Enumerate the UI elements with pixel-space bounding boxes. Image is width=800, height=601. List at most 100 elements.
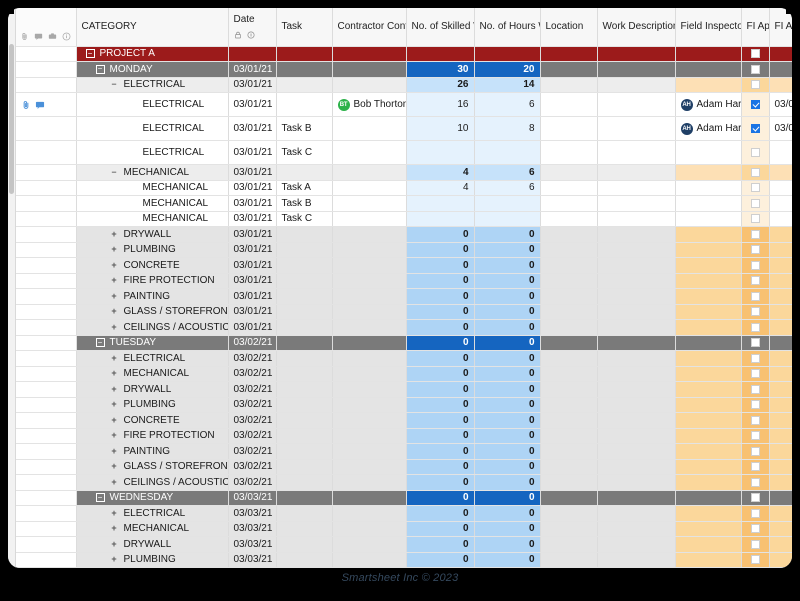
fi-approval-checkbox[interactable] bbox=[751, 385, 760, 394]
cell-location[interactable] bbox=[540, 117, 597, 141]
cell-category[interactable]: +CONCRETE bbox=[76, 258, 228, 274]
fi-approval-checkbox[interactable] bbox=[751, 261, 760, 270]
cell-field-inspector[interactable] bbox=[675, 258, 741, 274]
fi-approval-checkbox[interactable] bbox=[751, 183, 760, 192]
cell-task[interactable]: Task B bbox=[276, 117, 332, 141]
cell-contractor-contact[interactable] bbox=[332, 351, 406, 367]
cell-category[interactable]: +GLASS / STOREFRONT bbox=[76, 304, 228, 320]
cell-contractor-contact[interactable] bbox=[332, 117, 406, 141]
cell-task[interactable] bbox=[276, 475, 332, 491]
fi-approval-checkbox[interactable] bbox=[751, 292, 760, 301]
fi-approval-checkbox[interactable] bbox=[751, 80, 760, 89]
cell-skilled-workers[interactable] bbox=[406, 141, 474, 165]
cell-hours-worked[interactable]: 0 bbox=[474, 227, 540, 243]
cell-contractor-contact[interactable] bbox=[332, 537, 406, 553]
cell-fi-approval-date[interactable] bbox=[769, 537, 792, 553]
cell-work-description[interactable] bbox=[597, 62, 675, 78]
cell-task[interactable] bbox=[276, 93, 332, 117]
cell-field-inspector[interactable] bbox=[675, 180, 741, 196]
table-row[interactable]: +PLUMBING03/03/2100 bbox=[16, 552, 792, 568]
table-row[interactable]: +PAINTING03/02/2100 bbox=[16, 444, 792, 460]
cell-hours-worked[interactable]: 0 bbox=[474, 459, 540, 475]
cell-work-description[interactable] bbox=[597, 242, 675, 258]
expand-toggle-icon[interactable]: + bbox=[110, 323, 119, 332]
cell-fi-approval-date[interactable] bbox=[769, 366, 792, 382]
cell-field-inspector[interactable]: AHAdam Hart bbox=[675, 117, 741, 141]
cell-location[interactable] bbox=[540, 227, 597, 243]
cell-skilled-workers[interactable] bbox=[406, 211, 474, 227]
column-header-field-inspector[interactable]: Field Inspector bbox=[675, 8, 741, 46]
cell-fi-approval[interactable] bbox=[741, 93, 769, 117]
row-tools-cell[interactable] bbox=[16, 506, 76, 522]
cell-hours-worked[interactable]: 0 bbox=[474, 428, 540, 444]
fi-approval-checkbox[interactable] bbox=[751, 416, 760, 425]
collapse-toggle-icon[interactable]: − bbox=[96, 65, 105, 74]
row-tools-cell[interactable] bbox=[16, 444, 76, 460]
cell-date[interactable]: 03/01/21 bbox=[228, 242, 276, 258]
cell-fi-approval[interactable] bbox=[741, 141, 769, 165]
table-row[interactable]: −MONDAY03/01/213020 bbox=[16, 62, 792, 78]
cell-fi-approval-date[interactable]: 03/08/21 bbox=[769, 117, 792, 141]
fi-approval-checkbox[interactable] bbox=[751, 100, 760, 109]
cell-location[interactable] bbox=[540, 46, 597, 62]
vertical-scrollbar-track[interactable] bbox=[8, 8, 16, 568]
cell-location[interactable] bbox=[540, 180, 597, 196]
column-header-contractor-contact[interactable]: Contractor Contact bbox=[332, 8, 406, 46]
table-row[interactable]: +ELECTRICAL03/02/2100 bbox=[16, 351, 792, 367]
cell-fi-approval-date[interactable] bbox=[769, 141, 792, 165]
cell-skilled-workers[interactable]: 0 bbox=[406, 444, 474, 460]
cell-fi-approval[interactable] bbox=[741, 117, 769, 141]
fi-approval-checkbox[interactable] bbox=[751, 493, 760, 502]
cell-fi-approval-date[interactable] bbox=[769, 382, 792, 398]
cell-task[interactable] bbox=[276, 227, 332, 243]
cell-fi-approval-date[interactable] bbox=[769, 273, 792, 289]
sheet-grid[interactable]: CATEGORY Date Task Contractor Contact No… bbox=[16, 8, 792, 568]
table-row[interactable]: +DRYWALL03/01/2100 bbox=[16, 227, 792, 243]
fi-approval-checkbox[interactable] bbox=[751, 148, 760, 157]
fi-approval-checkbox[interactable] bbox=[751, 431, 760, 440]
row-tools-cell[interactable] bbox=[16, 77, 76, 93]
attachment-icon[interactable] bbox=[20, 32, 29, 41]
cell-category[interactable]: +PAINTING bbox=[76, 444, 228, 460]
cell-contractor-contact[interactable] bbox=[332, 289, 406, 305]
cell-work-description[interactable] bbox=[597, 351, 675, 367]
table-row[interactable]: +FIRE PROTECTION03/02/2100 bbox=[16, 428, 792, 444]
cell-fi-approval-date[interactable] bbox=[769, 289, 792, 305]
cell-skilled-workers[interactable]: 0 bbox=[406, 521, 474, 537]
table-row[interactable]: −ELECTRICAL03/01/212614 bbox=[16, 77, 792, 93]
row-tools-cell[interactable] bbox=[16, 258, 76, 274]
column-header-skilled-workers[interactable]: No. of Skilled Workers bbox=[406, 8, 474, 46]
cell-fi-approval-date[interactable] bbox=[769, 211, 792, 227]
cell-category[interactable]: +DRYWALL bbox=[76, 382, 228, 398]
cell-contractor-contact[interactable] bbox=[332, 382, 406, 398]
cell-work-description[interactable] bbox=[597, 475, 675, 491]
cell-category[interactable]: +DRYWALL bbox=[76, 537, 228, 553]
cell-field-inspector[interactable] bbox=[675, 165, 741, 181]
cell-fi-approval[interactable] bbox=[741, 444, 769, 460]
table-row[interactable]: +DRYWALL03/02/2100 bbox=[16, 382, 792, 398]
table-row[interactable]: ELECTRICAL03/01/21BTBob Thorton166AHAdam… bbox=[16, 93, 792, 117]
cell-work-description[interactable] bbox=[597, 77, 675, 93]
cell-field-inspector[interactable] bbox=[675, 382, 741, 398]
table-row[interactable]: MECHANICAL03/01/21Task C bbox=[16, 211, 792, 227]
cell-hours-worked[interactable]: 0 bbox=[474, 413, 540, 429]
cell-date[interactable]: 03/03/21 bbox=[228, 521, 276, 537]
cell-work-description[interactable] bbox=[597, 141, 675, 165]
cell-task[interactable]: Task C bbox=[276, 141, 332, 165]
row-tools-cell[interactable] bbox=[16, 521, 76, 537]
cell-contractor-contact[interactable] bbox=[332, 196, 406, 212]
cell-date[interactable]: 03/01/21 bbox=[228, 289, 276, 305]
cell-location[interactable] bbox=[540, 413, 597, 429]
cell-task[interactable] bbox=[276, 459, 332, 475]
cell-category[interactable]: −ELECTRICAL bbox=[76, 77, 228, 93]
row-tools-cell[interactable] bbox=[16, 141, 76, 165]
cell-skilled-workers[interactable]: 26 bbox=[406, 77, 474, 93]
column-info-icon[interactable] bbox=[247, 31, 255, 39]
cell-category[interactable]: MECHANICAL bbox=[76, 180, 228, 196]
cell-date[interactable]: 03/02/21 bbox=[228, 351, 276, 367]
expand-toggle-icon[interactable]: + bbox=[110, 431, 119, 440]
cell-date[interactable]: 03/02/21 bbox=[228, 428, 276, 444]
cell-hours-worked[interactable]: 0 bbox=[474, 366, 540, 382]
row-tools-cell[interactable] bbox=[16, 165, 76, 181]
cell-fi-approval-date[interactable] bbox=[769, 351, 792, 367]
